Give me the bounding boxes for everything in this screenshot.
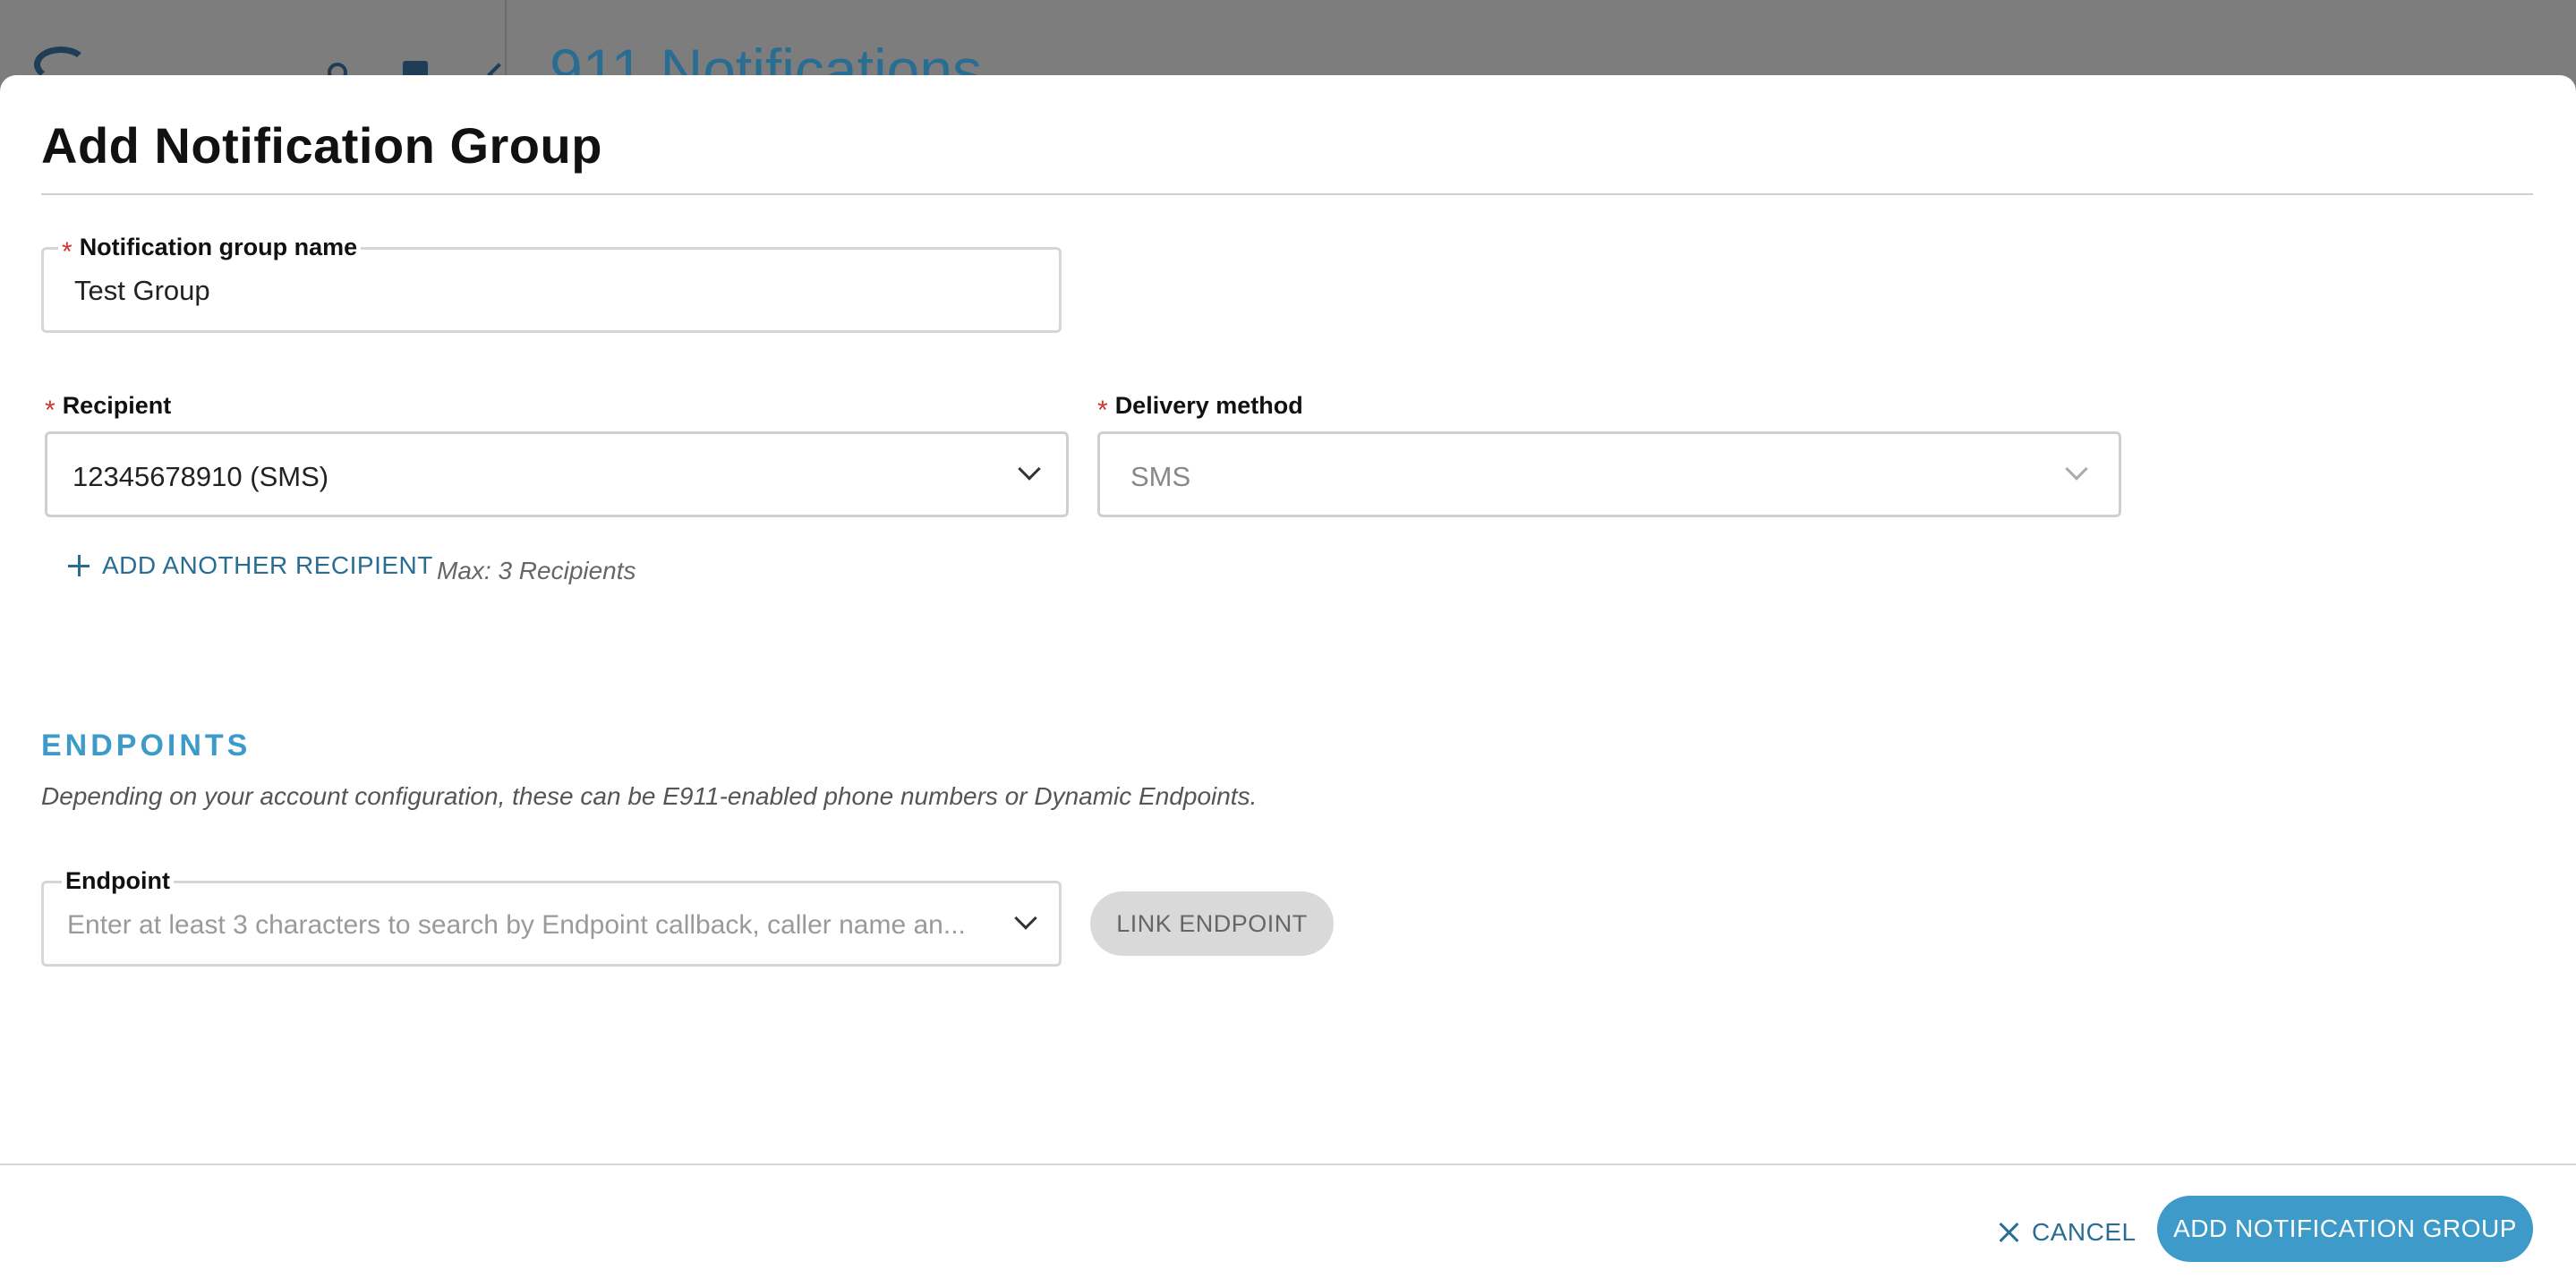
- endpoints-description: Depending on your account configuration,…: [41, 782, 1258, 810]
- footer-divider: [0, 1163, 2576, 1165]
- delivery-method-select[interactable]: SMS: [1097, 431, 2121, 517]
- required-mark: *: [1097, 396, 1108, 425]
- chevron-down-icon[interactable]: [2065, 457, 2088, 481]
- add-notification-group-dialog: Add Notification Group * Notification gro…: [0, 75, 2576, 1287]
- cancel-label: CANCEL: [2032, 1218, 2137, 1246]
- endpoint-label: Endpoint: [62, 865, 174, 896]
- close-icon: [1998, 1222, 2019, 1243]
- dialog-title: Add Notification Group: [41, 117, 602, 174]
- cancel-button[interactable]: CANCEL: [1998, 1210, 2137, 1255]
- max-recipients-note: Max: 3 Recipients: [437, 557, 636, 584]
- chevron-down-icon[interactable]: [1014, 907, 1037, 930]
- group-name-field[interactable]: * Notification group name Test Group: [41, 232, 1062, 333]
- chevron-down-icon[interactable]: [1018, 457, 1041, 481]
- delivery-method-label: * Delivery method: [1097, 392, 1303, 425]
- required-mark: *: [45, 396, 55, 425]
- required-mark: *: [62, 237, 73, 267]
- group-name-input[interactable]: Test Group: [74, 275, 210, 307]
- endpoint-search-field[interactable]: Endpoint Enter at least 3 characters to …: [41, 865, 1062, 967]
- recipient-select[interactable]: 12345678910 (SMS): [45, 431, 1069, 517]
- add-another-recipient-button[interactable]: ADD ANOTHER RECIPIENT: [68, 551, 433, 580]
- title-divider: [41, 193, 2533, 195]
- add-recipient-label: ADD ANOTHER RECIPIENT: [102, 551, 433, 579]
- add-notification-group-button[interactable]: ADD NOTIFICATION GROUP: [2157, 1196, 2533, 1262]
- header-divider: [505, 0, 507, 81]
- group-name-label: * Notification group name: [58, 232, 362, 267]
- link-endpoint-button[interactable]: LINK ENDPOINT: [1090, 891, 1334, 956]
- recipient-value: 12345678910 (SMS): [73, 461, 329, 492]
- endpoints-heading: ENDPOINTS: [41, 729, 252, 763]
- endpoint-search-input[interactable]: Enter at least 3 characters to search by…: [67, 910, 998, 941]
- recipient-label: * Recipient: [45, 392, 172, 425]
- delivery-method-value: SMS: [1130, 461, 1191, 492]
- plus-icon: [68, 555, 90, 576]
